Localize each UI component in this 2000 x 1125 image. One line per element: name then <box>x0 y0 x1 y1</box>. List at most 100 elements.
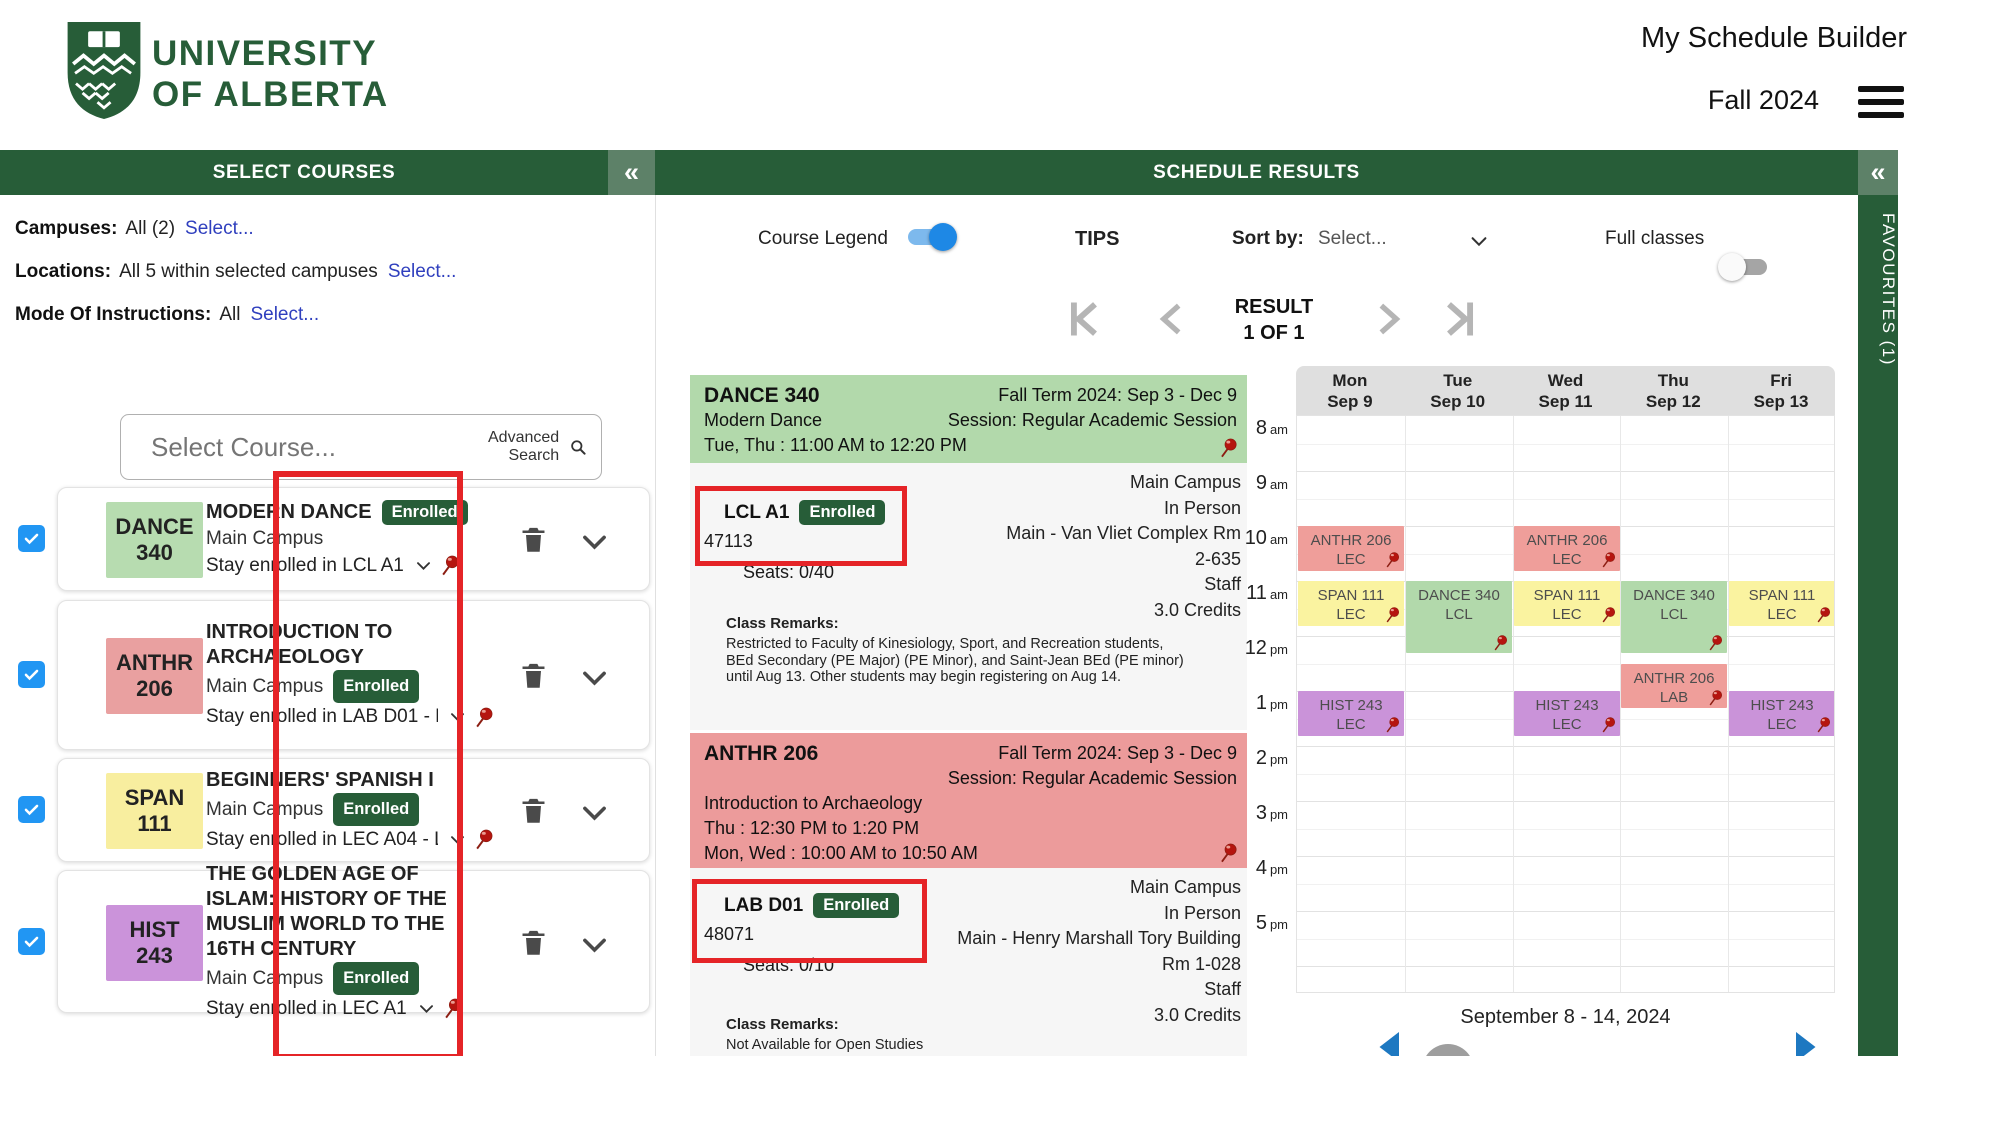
stay-enrolled-dropdown[interactable]: Stay enrolled in LCL A1 <box>206 552 404 579</box>
trash-icon <box>518 660 549 691</box>
calendar-event-span-111[interactable]: SPAN 111 LEC <box>1729 581 1835 626</box>
previous-result-button[interactable] <box>1152 296 1192 342</box>
chevron-down-icon[interactable] <box>448 707 467 726</box>
course-number: 206 <box>136 676 173 702</box>
full-classes-toggle[interactable] <box>1718 252 1772 282</box>
event-course: ANTHR 206 <box>1621 669 1727 688</box>
collapse-left-panel-button[interactable]: « <box>608 150 655 195</box>
trash-icon <box>518 795 549 826</box>
grid-line <box>1297 801 1834 802</box>
favourites-tab[interactable]: FAVOURITES (1) <box>1858 195 1898 1056</box>
calendar-event-dance-340[interactable]: DANCE 340 LCL <box>1621 581 1727 653</box>
event-type: LCL <box>1621 605 1727 624</box>
menu-hamburger-icon[interactable] <box>1858 86 1904 118</box>
event-course: ANTHR 206 <box>1514 531 1620 550</box>
first-result-button[interactable] <box>1062 294 1106 344</box>
time-ampm: am <box>1270 532 1288 547</box>
calendar-event-dance-340[interactable]: DANCE 340 LCL <box>1406 581 1512 653</box>
filter-label: Locations: <box>15 261 111 282</box>
calendar-event-span-111[interactable]: SPAN 111 LEC <box>1514 581 1620 626</box>
sort-by-select[interactable]: Select... <box>1318 228 1387 250</box>
search-icon[interactable] <box>569 431 587 463</box>
expand-course-button[interactable] <box>578 796 611 834</box>
delete-course-button[interactable] <box>518 927 549 963</box>
course-search-input[interactable] <box>149 431 488 464</box>
calendar-event-anthr-206[interactable]: ANTHR 206 LEC <box>1298 526 1404 571</box>
class-info-lines: Main CampusIn PersonMain - Henry Marshal… <box>957 875 1241 1028</box>
expand-course-button[interactable] <box>578 928 611 966</box>
advanced-search-link[interactable]: Advanced Search <box>488 429 559 465</box>
calendar-event-span-111[interactable]: SPAN 111 LEC <box>1298 581 1404 626</box>
calendar-event-hist-243[interactable]: HIST 243 LEC <box>1514 691 1620 736</box>
course-title-row: THE GOLDEN AGE OF ISLAM: HISTORY OF THE … <box>206 862 478 962</box>
stay-enrolled-row: Stay enrolled in LEC A1 <box>206 995 478 1022</box>
stay-enrolled-dropdown[interactable]: Stay enrolled in LAB D01 - LEC <box>206 703 438 730</box>
time-ampm: pm <box>1270 642 1288 657</box>
day-name: Mon <box>1296 370 1404 391</box>
tips-button[interactable]: TIPS <box>1075 228 1119 251</box>
chevron-down-icon[interactable] <box>448 830 467 849</box>
enrolled-badge: Enrolled <box>813 893 899 918</box>
scroll-fab[interactable] <box>1422 1044 1474 1056</box>
filter-value: All (2) <box>125 218 175 239</box>
time-ampm: pm <box>1270 917 1288 932</box>
course-row-dance-340: DANCE340MODERN DANCEEnrolledMain CampusS… <box>10 487 650 591</box>
course-card-text: INTRODUCTION TO ARCHAEOLOGYMain CampusEn… <box>206 601 495 749</box>
class-info-line: In Person <box>957 901 1241 927</box>
course-checkbox[interactable] <box>18 525 45 552</box>
calendar-event-anthr-206[interactable]: ANTHR 206 LEC <box>1514 526 1620 571</box>
delete-course-button[interactable] <box>518 660 549 696</box>
next-result-button[interactable] <box>1368 296 1408 342</box>
collapse-favourites-button[interactable]: « <box>1858 150 1898 195</box>
course-checkbox[interactable] <box>18 796 45 823</box>
grid-line <box>1297 444 1834 445</box>
delete-course-button[interactable] <box>518 524 549 560</box>
grid-line <box>1297 499 1834 500</box>
filter-select-link[interactable]: Select... <box>388 261 457 282</box>
chevron-down-icon[interactable] <box>417 999 436 1018</box>
course-campus: Main Campus <box>206 796 323 823</box>
logo-line2: OF ALBERTA <box>152 74 389 115</box>
pin-button[interactable] <box>1218 437 1239 458</box>
calendar-event-hist-243[interactable]: HIST 243 LEC <box>1298 691 1404 736</box>
check-icon <box>22 932 41 951</box>
stay-enrolled-dropdown[interactable]: Stay enrolled in LEC A04 - LAB <box>206 826 438 853</box>
course-checkbox[interactable] <box>18 928 45 955</box>
class-header-line: Fall Term 2024: Sep 3 - Dec 9 <box>948 741 1237 766</box>
expand-course-button[interactable] <box>578 525 611 563</box>
class-info-line: Main - Van Vliet Complex Rm <box>1006 521 1241 547</box>
chevron-down-icon[interactable] <box>414 556 433 575</box>
last-result-button[interactable] <box>1438 294 1482 344</box>
trash-icon <box>518 524 549 555</box>
course-card: SPAN111BEGINNERS' SPANISH IMain CampusEn… <box>57 758 650 862</box>
previous-week-arrow[interactable] <box>1378 1032 1402 1056</box>
pin-icon <box>1492 634 1509 651</box>
filter-value: All 5 within selected campuses <box>119 261 378 282</box>
course-checkbox[interactable] <box>18 661 45 688</box>
class-header-right-lines: Fall Term 2024: Sep 3 - Dec 9Session: Re… <box>948 383 1237 433</box>
pin-icon <box>473 706 495 728</box>
next-week-arrow[interactable] <box>1793 1032 1817 1056</box>
grid-column-line <box>1405 416 1406 992</box>
stay-enrolled-dropdown[interactable]: Stay enrolled in LEC A1 <box>206 995 407 1022</box>
class-header-line: Introduction to Archaeology <box>704 791 978 816</box>
course-card-text: BEGINNERS' SPANISH IMain CampusEnrolledS… <box>206 759 495 861</box>
time-label: 12pm <box>1224 637 1288 660</box>
stay-enrolled-row: Stay enrolled in LCL A1 <box>206 552 468 579</box>
class-header-line: DANCE 340 <box>704 383 967 408</box>
course-number: 111 <box>137 811 171 837</box>
calendar-event-hist-243[interactable]: HIST 243 LEC <box>1729 691 1835 736</box>
select-courses-title: SELECT COURSES <box>213 162 396 184</box>
day-name: Tue <box>1404 370 1512 391</box>
filter-select-link[interactable]: Select... <box>185 218 254 239</box>
calendar-event-anthr-206[interactable]: ANTHR 206 LAB <box>1621 664 1727 709</box>
filter-label: Campuses: <box>15 218 117 239</box>
class-info-line: Staff <box>1006 572 1241 598</box>
filter-select-link[interactable]: Select... <box>250 304 319 325</box>
delete-course-button[interactable] <box>518 795 549 831</box>
class-header-right-lines: Fall Term 2024: Sep 3 - Dec 9Session: Re… <box>948 741 1237 791</box>
course-legend-toggle[interactable] <box>903 222 957 252</box>
expand-course-button[interactable] <box>578 661 611 699</box>
sort-chevron-down-icon[interactable] <box>1468 230 1490 252</box>
pin-icon <box>1384 551 1401 568</box>
